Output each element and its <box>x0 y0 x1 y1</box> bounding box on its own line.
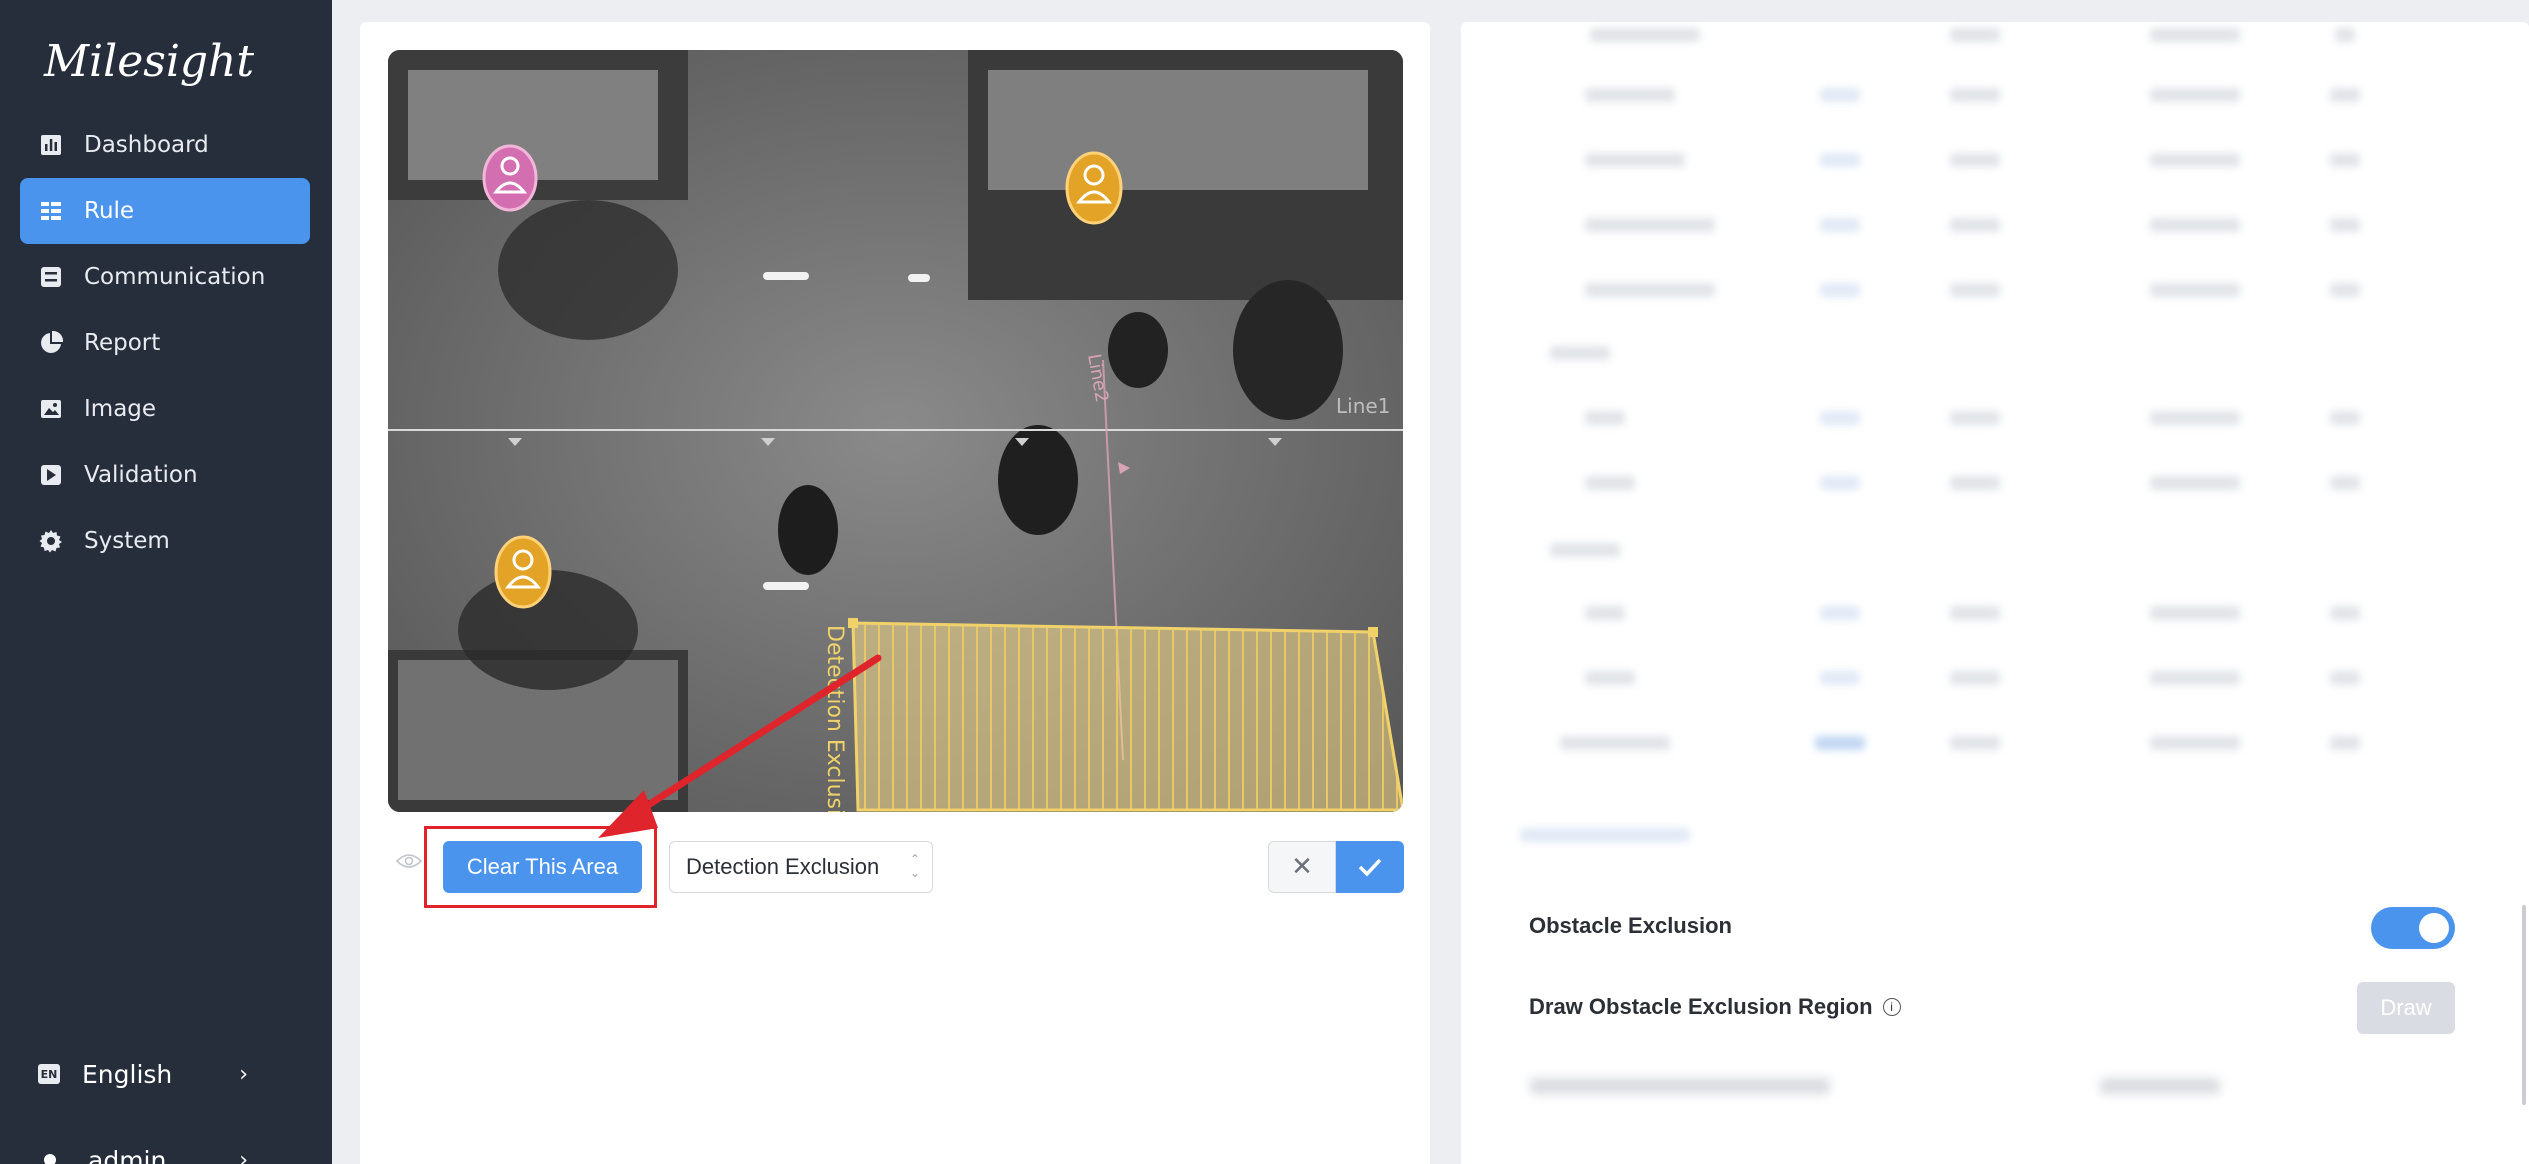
sidebar-item-validation[interactable]: Validation <box>20 442 310 508</box>
image-icon <box>38 396 64 422</box>
confirm-button[interactable] <box>1336 841 1404 893</box>
chevron-right-icon: › <box>239 1061 248 1087</box>
sidebar-item-label: Dashboard <box>84 132 209 158</box>
person-marker <box>494 535 552 609</box>
obstacle-exclusion-toggle[interactable] <box>2371 907 2455 949</box>
milesight-logo: Milesight <box>44 36 255 87</box>
person-marker <box>482 144 538 212</box>
chevron-right-icon: › <box>239 1147 248 1164</box>
sidebar-item-label: Communication <box>84 264 266 290</box>
language-badge: EN <box>38 1064 60 1084</box>
user-icon <box>44 1154 56 1164</box>
sidebar-item-label: Image <box>84 396 157 422</box>
chevron-updown-icon: ⌃ ⌄ <box>909 852 920 880</box>
sidebar-item-image[interactable]: Image <box>20 376 310 442</box>
person-marker <box>1065 151 1123 225</box>
line1-label: Line1 <box>1336 394 1390 418</box>
sidebar-item-label: Report <box>84 330 161 356</box>
language-label: English <box>82 1059 173 1089</box>
draw-button[interactable]: Draw <box>2357 982 2455 1034</box>
sidebar: Milesight Dashboard Rule Communication R… <box>0 0 332 1164</box>
draw-region-text: Draw Obstacle Exclusion Region <box>1529 994 1873 1019</box>
info-icon[interactable]: i <box>1882 998 1901 1016</box>
blurred-setting-row <box>1520 1064 2470 1108</box>
report-icon <box>38 330 64 356</box>
rule-icon <box>38 198 64 224</box>
draw-region-label: Draw Obstacle Exclusion Region i <box>1529 994 1901 1020</box>
dashboard-icon <box>38 132 64 158</box>
scrollbar[interactable] <box>2522 905 2526 1105</box>
obstacle-exclusion-label: Obstacle Exclusion <box>1529 913 1732 938</box>
blurred-table <box>1490 22 2500 862</box>
camera-canvas: Line1 Line2 Detection Exclusion <box>388 50 1403 812</box>
sidebar-item-communication[interactable]: Communication <box>20 244 310 310</box>
communication-icon <box>38 264 64 290</box>
sidebar-item-label: Rule <box>84 198 135 224</box>
region-label: Detection Exclusion <box>822 625 847 812</box>
region-type-select[interactable]: Detection Exclusion ⌃ ⌄ <box>669 841 933 893</box>
eye-icon[interactable] <box>396 852 422 870</box>
check-icon <box>1358 858 1382 877</box>
close-icon: ✕ <box>1291 852 1313 882</box>
sidebar-item-rule[interactable]: Rule <box>20 178 310 244</box>
sidebar-item-system[interactable]: System <box>20 508 310 574</box>
sidebar-item-report[interactable]: Report <box>20 310 310 376</box>
clear-area-button[interactable]: Clear This Area <box>443 841 642 893</box>
sidebar-item-dashboard[interactable]: Dashboard <box>20 112 310 178</box>
sidebar-item-label: System <box>84 528 170 554</box>
cancel-button[interactable]: ✕ <box>1268 841 1336 893</box>
sidebar-item-label: Validation <box>84 462 198 488</box>
language-selector[interactable]: EN English › <box>38 1054 248 1094</box>
gear-icon <box>38 528 64 554</box>
region-type-value: Detection Exclusion <box>686 854 880 879</box>
camera-view[interactable]: Line1 Line2 Detection Exclusion <box>388 50 1403 812</box>
user-label: admin <box>88 1145 167 1164</box>
validation-icon <box>38 462 64 488</box>
toggle-knob <box>2419 913 2449 943</box>
sidebar-nav: Dashboard Rule Communication Report Imag… <box>20 112 310 574</box>
user-menu[interactable]: admin › <box>38 1140 248 1164</box>
